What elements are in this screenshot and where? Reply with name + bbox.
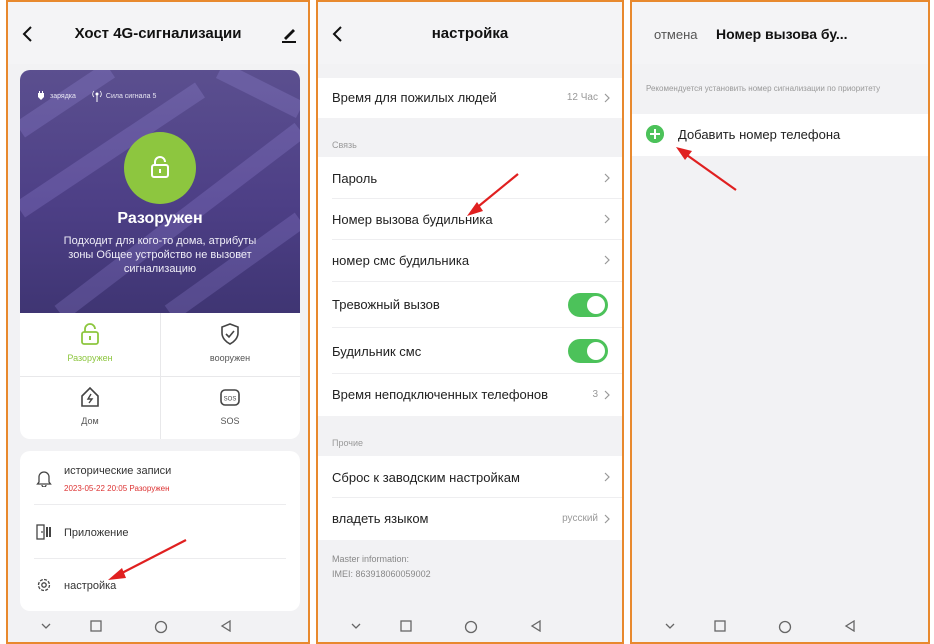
mode-sos-label: SOS <box>220 416 240 426</box>
system-nav-bar <box>8 614 308 642</box>
setting-factory-reset[interactable]: Сброс к заводским настройкам <box>318 456 622 498</box>
back-triangle-icon[interactable] <box>220 620 232 632</box>
alarm-call-switch[interactable] <box>568 293 608 317</box>
alarm-sms-switch[interactable] <box>568 339 608 363</box>
signal-antenna-icon <box>92 90 102 102</box>
panel-settings: настройка Время для пожилых людей 12 Час… <box>316 0 624 644</box>
alarm-state-description: Подходит для кого-то дома, атрибуты зоны… <box>63 235 257 275</box>
door-sensor-icon <box>36 524 51 540</box>
plus-circle-icon <box>646 125 664 143</box>
history-label: исторические записи <box>64 465 172 477</box>
page-title: Хост 4G-сигнализации <box>74 25 242 42</box>
language-value: русский <box>562 513 598 524</box>
section-header-other: Прочие <box>332 438 364 448</box>
signal-strength-text: Сила сигнала 5 <box>105 92 157 100</box>
chevron-right-icon <box>604 173 610 183</box>
panel-alarm-call-number: отмена Номер вызова бу... Рекомендуется … <box>630 0 930 644</box>
sos-icon: SOS <box>220 389 240 406</box>
section-header-link: Связь <box>332 140 357 150</box>
unlock-icon <box>151 156 169 178</box>
mode-home[interactable]: Дом <box>20 376 160 439</box>
gear-icon <box>37 578 51 592</box>
system-nav-bar <box>632 614 928 642</box>
master-information: Master information: <box>332 554 410 564</box>
add-phone-number-label: Добавить номер телефона <box>678 127 841 142</box>
svg-text:SOS: SOS <box>224 397 237 403</box>
factory-reset-label: Сброс к заводским настройкам <box>332 470 520 485</box>
alarm-state-label: Разоружен <box>117 210 203 227</box>
chevron-right-icon <box>604 472 610 482</box>
back-arrow-icon[interactable] <box>20 24 36 44</box>
chevron-down-icon[interactable] <box>664 620 676 632</box>
page-title: Номер вызова бу... <box>716 26 848 42</box>
plug-icon <box>38 91 44 100</box>
setting-language[interactable]: владеть языком русский <box>318 498 622 540</box>
mode-grid: Разоружен вооружен Дом SOS SOS <box>20 313 300 439</box>
mode-disarmed[interactable]: Разоружен <box>20 313 160 376</box>
setting-elderly-time[interactable]: Время для пожилых людей 12 Час <box>318 78 622 118</box>
home-circle-icon[interactable] <box>154 620 168 634</box>
alarm-sms-number-label: номер смс будильника <box>332 253 470 268</box>
unlock-icon <box>81 323 99 345</box>
menu-history[interactable]: исторические записи 2023-05-22 20:05 Раз… <box>20 451 300 504</box>
chevron-right-icon <box>604 514 610 524</box>
home-circle-icon[interactable] <box>778 620 792 634</box>
chevron-right-icon <box>604 93 610 103</box>
panel-host-alarm: Хост 4G-сигнализации зарядка Сила сигнал… <box>6 0 310 644</box>
recent-apps-icon[interactable] <box>400 620 412 632</box>
setting-alarm-sms-number[interactable]: номер смс будильника <box>318 240 622 282</box>
language-label: владеть языком <box>332 511 429 526</box>
mode-armed-label: вооружен <box>209 353 251 363</box>
annotation-arrow <box>108 539 187 580</box>
setting-unconnected-time[interactable]: Время неподключенных телефонов 3 <box>318 374 622 416</box>
main-menu: исторические записи 2023-05-22 20:05 Раз… <box>20 451 300 611</box>
password-label: Пароль <box>332 171 378 186</box>
unconnected-time-label: Время неподключенных телефонов <box>332 387 549 402</box>
mode-sos[interactable]: SOS SOS <box>160 376 300 439</box>
alarm-status-card: зарядка Сила сигнала 5 Разоружен Подходи… <box>20 70 300 313</box>
header: настройка <box>318 2 622 64</box>
edit-icon[interactable] <box>280 24 298 44</box>
priority-recommendation: Рекомендуется установить номер сигнализа… <box>646 84 881 93</box>
home-icon <box>81 386 99 407</box>
shield-icon <box>221 323 239 345</box>
back-triangle-icon[interactable] <box>844 620 856 632</box>
bell-icon <box>36 471 52 487</box>
page-title: настройка <box>431 25 509 42</box>
header: отмена Номер вызова бу... <box>632 2 928 64</box>
back-triangle-icon[interactable] <box>530 620 542 632</box>
unconnected-time-value: 3 <box>592 389 598 400</box>
setting-alarm-sms-toggle: Будильник смс <box>318 328 622 374</box>
chevron-right-icon <box>604 255 610 265</box>
chevron-down-icon[interactable] <box>40 620 52 632</box>
annotation-arrow <box>676 147 737 191</box>
alarm-sms-toggle-label: Будильник смс <box>332 344 422 359</box>
mode-disarmed-label: Разоружен <box>67 353 113 363</box>
battery-status-text: зарядка <box>50 92 76 100</box>
setting-alarm-call-toggle: Тревожный вызов <box>318 282 622 328</box>
header: Хост 4G-сигнализации <box>8 2 308 64</box>
elderly-time-label: Время для пожилых людей <box>332 90 497 105</box>
chevron-right-icon <box>604 214 610 224</box>
imei-text: IMEI: 863918060059002 <box>332 569 431 579</box>
history-last-entry: 2023-05-22 20:05 Разоружен <box>64 484 170 493</box>
back-arrow-icon[interactable] <box>330 24 346 44</box>
disarmed-status-button[interactable] <box>124 132 196 204</box>
mode-home-label: Дом <box>81 416 99 426</box>
chevron-right-icon <box>604 390 610 400</box>
recent-apps-icon[interactable] <box>90 620 102 632</box>
elderly-time-value: 12 Час <box>566 92 598 103</box>
chevron-down-icon[interactable] <box>350 620 362 632</box>
status-bar: зарядка Сила сигнала 5 <box>36 90 156 102</box>
cancel-button[interactable]: отмена <box>654 27 697 42</box>
system-nav-bar <box>318 614 622 642</box>
recent-apps-icon[interactable] <box>714 620 726 632</box>
annotation-arrow <box>467 173 519 216</box>
mode-armed[interactable]: вооружен <box>160 313 300 376</box>
alarm-call-toggle-label: Тревожный вызов <box>332 297 440 312</box>
home-circle-icon[interactable] <box>464 620 478 634</box>
